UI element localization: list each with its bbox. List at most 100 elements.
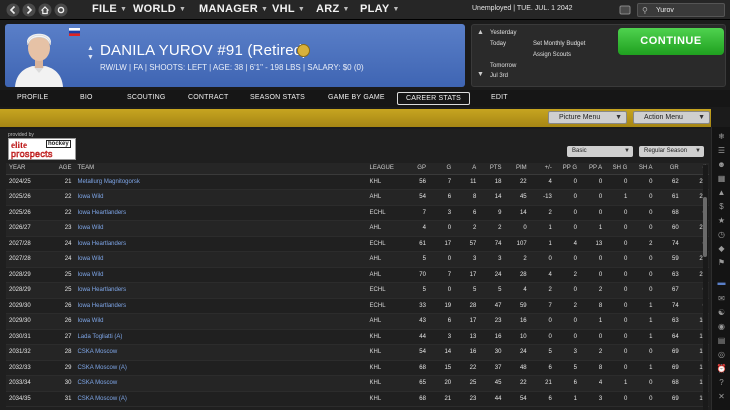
table-row[interactable]: 2032/33 29 CSKA Moscow (A) KHL 68 15 22 37 48 6 5 8… [6,360,709,376]
team-link[interactable]: Iowa Heartlanders [74,298,367,314]
tab-season-stats[interactable]: SEASON STATS [250,94,305,101]
money-icon[interactable]: $ [716,201,727,212]
finance-icon[interactable]: ◎ [716,349,727,360]
table-row[interactable]: 2024/25 21 Metallurg Magnitogorsk KHL 56 7 11 1… [6,174,709,190]
scout-icon[interactable]: ◉ [716,321,727,332]
column-header[interactable]: SH G [605,163,631,175]
team-link[interactable]: Metallurg Magnitogorsk [74,174,367,190]
tab-career-stats[interactable]: CAREER STATS [397,92,471,105]
task-scouts[interactable]: Assign Scouts [533,52,571,58]
table-row[interactable]: 2033/34 30 CSKA Moscow KHL 65 20 25 45 22 21 6 4 1 0 6… [6,375,709,392]
stats-icon[interactable]: ▤ [716,335,727,346]
team-link[interactable]: Iowa Wild [74,251,367,268]
task-budget[interactable]: Set Monthly Budget [533,41,585,47]
team-link[interactable]: CSKA Moscow (A) [74,391,367,407]
team-link[interactable]: CSKA Moscow (A) [74,360,367,376]
menu-vhl[interactable]: VHL ▼ [272,3,305,15]
help-icon[interactable]: ? [716,377,727,388]
notification-icon[interactable] [618,3,632,17]
tab-edit[interactable]: EDIT [491,94,508,101]
column-header[interactable]: GP [406,163,429,175]
back-arrow-icon[interactable] [6,3,20,17]
calendar-down-icon[interactable]: ▼ [477,71,484,78]
elite-prospects-logo[interactable]: elite hockey prospects [8,138,76,160]
table-row[interactable]: 2034/35 31 CSKA Moscow (A) KHL 68 21 23 44 54 6 1 3… [6,391,709,407]
team-link[interactable]: Iowa Wild [74,220,367,237]
collapse-icon[interactable]: ▬ [716,277,727,288]
trophy-icon[interactable]: ★ [716,215,727,226]
people-icon[interactable]: ☻ [716,159,727,170]
table-row[interactable]: 2030/31 27 Lada Togliatti (A) KHL 44 3 13 16 10 0… [6,329,709,345]
menu-file[interactable]: FILE ▼ [92,3,127,15]
tab-contract[interactable]: CONTRACT [188,94,229,101]
down-arrow-icon[interactable]: ▼ [87,53,94,62]
tab-profile[interactable]: PROFILE [17,94,48,101]
team-link[interactable]: Iowa Heartlanders [74,282,367,299]
tab-bio[interactable]: BIO [80,94,93,101]
menu-manager[interactable]: MANAGER ▼ [199,3,268,15]
menu-play[interactable]: PLAY ▼ [360,3,400,15]
table-row[interactable]: 2029/3026Iowa WildAHL436172316001016310 [6,313,709,330]
table-row[interactable]: 2028/2925Iowa WildAHL707172428420006322 [6,267,709,283]
table-row[interactable]: 2031/32 28 CSKA Moscow KHL 54 14 16 30 24 5 3 2 0 0 69… [6,344,709,361]
chart-icon[interactable]: ▲ [716,187,727,198]
settings-gear-icon[interactable] [54,3,68,17]
scrollbar-thumb[interactable] [703,197,707,257]
calendar-icon[interactable]: ▦ [716,173,727,184]
menu-world[interactable]: WORLD ▼ [133,3,186,15]
column-header[interactable]: LEAGUE [366,163,407,175]
forward-arrow-icon[interactable] [22,3,36,17]
close-icon[interactable]: ✕ [716,391,727,402]
column-header[interactable]: PIM [504,163,530,175]
table-row[interactable]: 2027/28 24 Iowa Heartlanders ECHL 61 17 57 74 10… [6,236,709,252]
table-row[interactable]: 2025/26 22 Iowa Heartlanders ECHL 7 3 6 9 14 2 0 0 0… [6,205,709,221]
continue-button[interactable]: CONTINUE [618,28,724,55]
column-header[interactable]: G [428,163,455,175]
team-link[interactable]: CSKA Moscow [74,344,367,361]
column-header[interactable]: YEAR [6,163,50,175]
picture-menu-dropdown[interactable]: Picture Menu ▼ [548,111,627,124]
team-link[interactable]: Iowa Heartlanders [74,205,367,221]
hockey-stick-icon[interactable]: ❄ [716,131,727,142]
list-icon[interactable]: ☰ [716,145,727,156]
clock-icon[interactable]: ◷ [716,229,727,240]
up-arrow-icon[interactable]: ▲ [87,44,94,53]
stat-type-select[interactable]: Basic ▼ [567,146,633,157]
team-link[interactable]: Iowa Wild [74,267,367,283]
table-scrollbar[interactable] [703,165,708,410]
column-header[interactable]: PP A [580,163,606,175]
season-type-select[interactable]: Regular Season ▼ [639,146,704,157]
table-row[interactable]: 2027/2824Iowa WildAHL50332000005922 [6,251,709,268]
team-icon[interactable]: ☯ [716,307,727,318]
table-row[interactable]: 2029/30 26 Iowa Heartlanders ECHL 33 19 28 47 59… [6,298,709,314]
team-link[interactable]: Iowa Wild [74,313,367,330]
menu-arz[interactable]: ARZ ▼ [316,3,350,15]
column-header[interactable]: +/- [529,163,555,175]
column-header[interactable]: SH A [630,163,656,175]
table-row[interactable]: 2028/29 25 Iowa Heartlanders ECHL 5 0 5 5 4 2 0 2 0 0… [6,282,709,299]
column-header[interactable]: A [454,163,480,175]
home-icon[interactable] [38,3,52,17]
team-link[interactable]: Iowa Heartlanders [74,236,367,252]
player-nav-arrows[interactable]: ▲ ▼ [87,44,94,62]
flag-icon[interactable]: ⚑ [716,257,727,268]
history-icon[interactable]: ⏰ [716,363,727,374]
table-row[interactable]: 2025/2622Iowa WildAHL54681445-1300106122 [6,189,709,206]
action-menu-dropdown[interactable]: Action Menu ▼ [633,111,710,124]
news-icon[interactable]: ✉ [716,293,727,304]
team-link[interactable]: Lada Togliatti (A) [74,329,367,345]
column-header[interactable]: PTS [479,163,505,175]
search-input[interactable] [656,5,722,16]
search-box[interactable]: ⚲ [637,3,725,17]
tab-scouting[interactable]: SCOUTING [127,94,166,101]
team-link[interactable]: Iowa Wild [74,189,367,206]
column-header[interactable]: GR [655,163,682,175]
shield-icon[interactable]: ◆ [716,243,727,254]
column-header[interactable]: PP G [554,163,580,175]
column-header[interactable]: TEAM [74,163,367,175]
table-row[interactable]: 2026/2723Iowa WildAHL40220101006022 [6,220,709,237]
column-header[interactable]: AGE [49,163,75,175]
team-link[interactable]: CSKA Moscow [74,375,367,392]
calendar-up-icon[interactable]: ▲ [477,29,484,36]
tab-game-by-game[interactable]: GAME BY GAME [328,94,385,101]
